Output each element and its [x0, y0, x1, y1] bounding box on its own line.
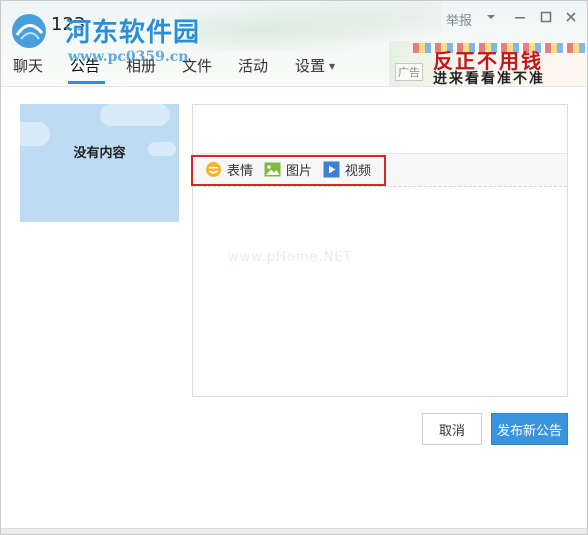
empty-state-text: 没有内容 — [73, 146, 126, 161]
cloud-decoration — [100, 104, 170, 126]
announcement-editor: 表情 图片 视频 www.pHome.NET — [191, 104, 568, 397]
tab-announcement[interactable]: 公告 — [70, 55, 100, 76]
publish-announcement-button[interactable]: 发布新公告 — [491, 413, 568, 445]
tab-files[interactable]: 文件 — [182, 55, 212, 76]
cancel-button[interactable]: 取消 — [422, 413, 482, 445]
image-button[interactable]: 图片 — [264, 160, 312, 179]
title-bar: 123 河东软件园 www.pc0359.cn 举报 聊天 公告 相册 文件 活… — [1, 1, 587, 87]
editor-toolbar: 表情 图片 视频 — [191, 153, 567, 187]
announcement-title-input[interactable] — [193, 105, 567, 153]
image-button-label: 图片 — [286, 164, 313, 179]
video-button[interactable]: 视频 — [323, 160, 371, 179]
watermark-site-title: 河东软件园 — [65, 18, 201, 48]
ad-badge: 广告 — [395, 63, 423, 81]
tab-album[interactable]: 相册 — [126, 55, 156, 76]
ad-subline: 进来看看准不准 — [433, 71, 545, 86]
emoji-button-label: 表情 — [227, 164, 254, 179]
minimize-icon[interactable] — [510, 7, 530, 27]
maximize-icon[interactable] — [536, 7, 556, 27]
group-logo-icon — [12, 14, 46, 48]
video-button-label: 视频 — [345, 164, 372, 179]
dropdown-arrow-icon[interactable] — [481, 7, 501, 27]
active-tab-indicator — [68, 81, 105, 84]
ad-banner[interactable]: 广告 反正不用钱 进来看看准不准 — [389, 41, 586, 86]
tab-activities[interactable]: 活动 — [238, 55, 268, 76]
video-play-icon — [323, 161, 340, 178]
report-link[interactable]: 举报 — [446, 10, 472, 29]
smiley-icon — [205, 161, 222, 178]
announcement-list-empty: 没有内容 — [20, 104, 179, 222]
bottom-edge — [1, 528, 587, 534]
announcement-body-textarea[interactable] — [193, 187, 567, 396]
tab-chat[interactable]: 聊天 — [13, 55, 43, 76]
close-icon[interactable] — [561, 7, 581, 27]
emoji-button[interactable]: 表情 — [205, 160, 253, 179]
caret-down-icon: ▼ — [329, 62, 336, 71]
image-icon — [264, 161, 281, 178]
body-watermark: www.pHome.NET — [228, 250, 353, 265]
tab-settings[interactable]: 设置 ▼ — [295, 55, 335, 76]
tab-settings-label: 设置 — [295, 57, 326, 75]
announcement-window: 123 河东软件园 www.pc0359.cn 举报 聊天 公告 相册 文件 活… — [0, 0, 588, 535]
